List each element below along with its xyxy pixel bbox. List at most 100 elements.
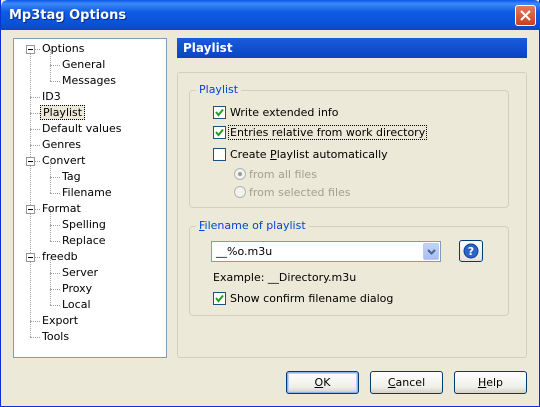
checkmark-icon xyxy=(215,108,224,117)
tree-line xyxy=(30,129,40,130)
tree-line xyxy=(50,273,51,289)
tree-item-filename[interactable]: Filename xyxy=(60,185,114,201)
create-playlist-accel: P xyxy=(270,148,277,161)
tree-item-label: Format xyxy=(42,202,81,215)
show-confirm-label[interactable]: Show confirm filename dialog xyxy=(230,292,393,305)
window-title: Mp3tag Options xyxy=(9,8,127,23)
close-button[interactable] xyxy=(515,5,536,26)
tree-line xyxy=(50,241,60,242)
tree-line xyxy=(50,177,51,193)
playlist-filename-value: __%o.m3u xyxy=(216,245,273,258)
help-button[interactable]: Help xyxy=(454,371,527,394)
tree-item-label: Export xyxy=(42,314,79,327)
tree-line xyxy=(50,161,51,177)
tree-item-label: freedb xyxy=(42,250,78,263)
tree-item-proxy[interactable]: Proxy xyxy=(60,281,94,297)
format-help-button[interactable]: ? xyxy=(459,240,483,262)
page-title: Playlist xyxy=(177,38,527,58)
tree-item-genres[interactable]: Genres xyxy=(40,137,83,153)
combo-dropdown-button[interactable] xyxy=(423,243,439,260)
create-playlist-label-post: laylist automatically xyxy=(276,148,388,161)
tree-item-format[interactable]: Format xyxy=(40,201,83,217)
ok-rest: K xyxy=(323,376,331,389)
tree-line xyxy=(30,113,40,114)
tree-line xyxy=(50,177,60,178)
help-accel: H xyxy=(477,376,487,389)
tree-line xyxy=(50,65,51,81)
tree-item-export[interactable]: Export xyxy=(40,313,80,329)
write-extended-label[interactable]: Write extended info xyxy=(230,106,339,119)
tree-item-default-values[interactable]: Default values xyxy=(40,121,123,137)
help-rest: elp xyxy=(486,376,504,389)
relative-entries-label[interactable]: Entries relative from work directory xyxy=(228,125,428,140)
tree-item-freedb[interactable]: freedb xyxy=(40,249,80,265)
from-all-files-label[interactable]: from all files xyxy=(249,168,317,181)
collapse-icon[interactable] xyxy=(26,205,35,214)
help-icon: ? xyxy=(463,243,479,259)
tree-item-convert[interactable]: Convert xyxy=(40,153,88,169)
tree-item-messages[interactable]: Messages xyxy=(60,73,118,89)
ok-button[interactable]: OK xyxy=(286,371,359,394)
tree-item-label: Proxy xyxy=(62,282,93,295)
tree-item-local[interactable]: Local xyxy=(60,297,93,313)
from-all-files-radio[interactable] xyxy=(234,168,246,180)
tree-item-label: Local xyxy=(62,298,91,311)
tree-line xyxy=(50,289,51,305)
show-confirm-checkbox[interactable] xyxy=(213,292,226,305)
filename-group-title: Filename of playlist xyxy=(196,219,309,232)
create-playlist-label[interactable]: Create Playlist automatically xyxy=(230,148,388,161)
tree-item-label: ID3 xyxy=(42,90,61,103)
cancel-button[interactable]: Cancel xyxy=(370,371,443,394)
tree-item-label: Default values xyxy=(42,122,122,135)
tree-line xyxy=(50,225,60,226)
tree-item-label: Replace xyxy=(62,234,106,247)
playlist-group-title: Playlist xyxy=(196,83,242,96)
tree-item-tools[interactable]: Tools xyxy=(40,329,71,345)
tree-item-tag[interactable]: Tag xyxy=(60,169,83,185)
create-playlist-checkbox[interactable] xyxy=(213,148,226,161)
tree-item-label: Spelling xyxy=(62,218,106,231)
tree-item-label: Convert xyxy=(42,154,86,167)
tree-line xyxy=(30,97,40,98)
tree-line xyxy=(30,321,40,322)
tree-item-label: Tools xyxy=(42,330,70,343)
tree-item-options[interactable]: Options xyxy=(40,41,86,57)
ok-accel: O xyxy=(314,376,324,389)
svg-text:?: ? xyxy=(468,245,474,258)
collapse-icon[interactable] xyxy=(26,253,35,262)
tree-item-playlist[interactable]: Playlist xyxy=(40,105,86,121)
tree-item-label: Filename xyxy=(62,186,112,199)
tree-item-label: Tag xyxy=(62,170,81,183)
tree-item-label: General xyxy=(62,58,106,71)
tree-line xyxy=(50,305,60,306)
tree-item-label: Options xyxy=(42,42,85,55)
tree-item-server[interactable]: Server xyxy=(60,265,100,281)
tree-line xyxy=(50,273,60,274)
tree-line xyxy=(50,65,60,66)
tree-item-replace[interactable]: Replace xyxy=(60,233,108,249)
tree-line xyxy=(30,337,40,338)
close-icon xyxy=(520,10,531,21)
tree-item-spelling[interactable]: Spelling xyxy=(60,217,108,233)
playlist-filename-combo[interactable]: __%o.m3u xyxy=(211,241,441,262)
tree-item-general[interactable]: General xyxy=(60,57,107,73)
cancel-rest: ancel xyxy=(395,376,426,389)
tree-line xyxy=(50,81,60,82)
create-playlist-label-pre: Create xyxy=(230,148,271,161)
tree-item-id3[interactable]: ID3 xyxy=(40,89,63,105)
from-selected-files-label[interactable]: from selected files xyxy=(249,186,351,199)
collapse-icon[interactable] xyxy=(26,45,35,54)
tree-item-label: Playlist xyxy=(40,105,86,120)
filename-example: Example: __Directory.m3u xyxy=(213,271,357,284)
tree-line xyxy=(50,225,51,241)
tree-line xyxy=(50,257,51,273)
tree-item-label: Messages xyxy=(62,74,116,87)
checkmark-icon xyxy=(215,128,224,137)
options-tree[interactable]: Options General Messages ID3 Playlist Default… xyxy=(13,38,167,358)
write-extended-checkbox[interactable] xyxy=(213,106,226,119)
title-bar[interactable]: Mp3tag Options xyxy=(1,0,540,30)
collapse-icon[interactable] xyxy=(26,157,35,166)
from-selected-files-radio[interactable] xyxy=(234,186,246,198)
relative-entries-checkbox[interactable] xyxy=(213,126,226,139)
options-window: Mp3tag Options Options General Messages ID3… xyxy=(0,0,540,407)
